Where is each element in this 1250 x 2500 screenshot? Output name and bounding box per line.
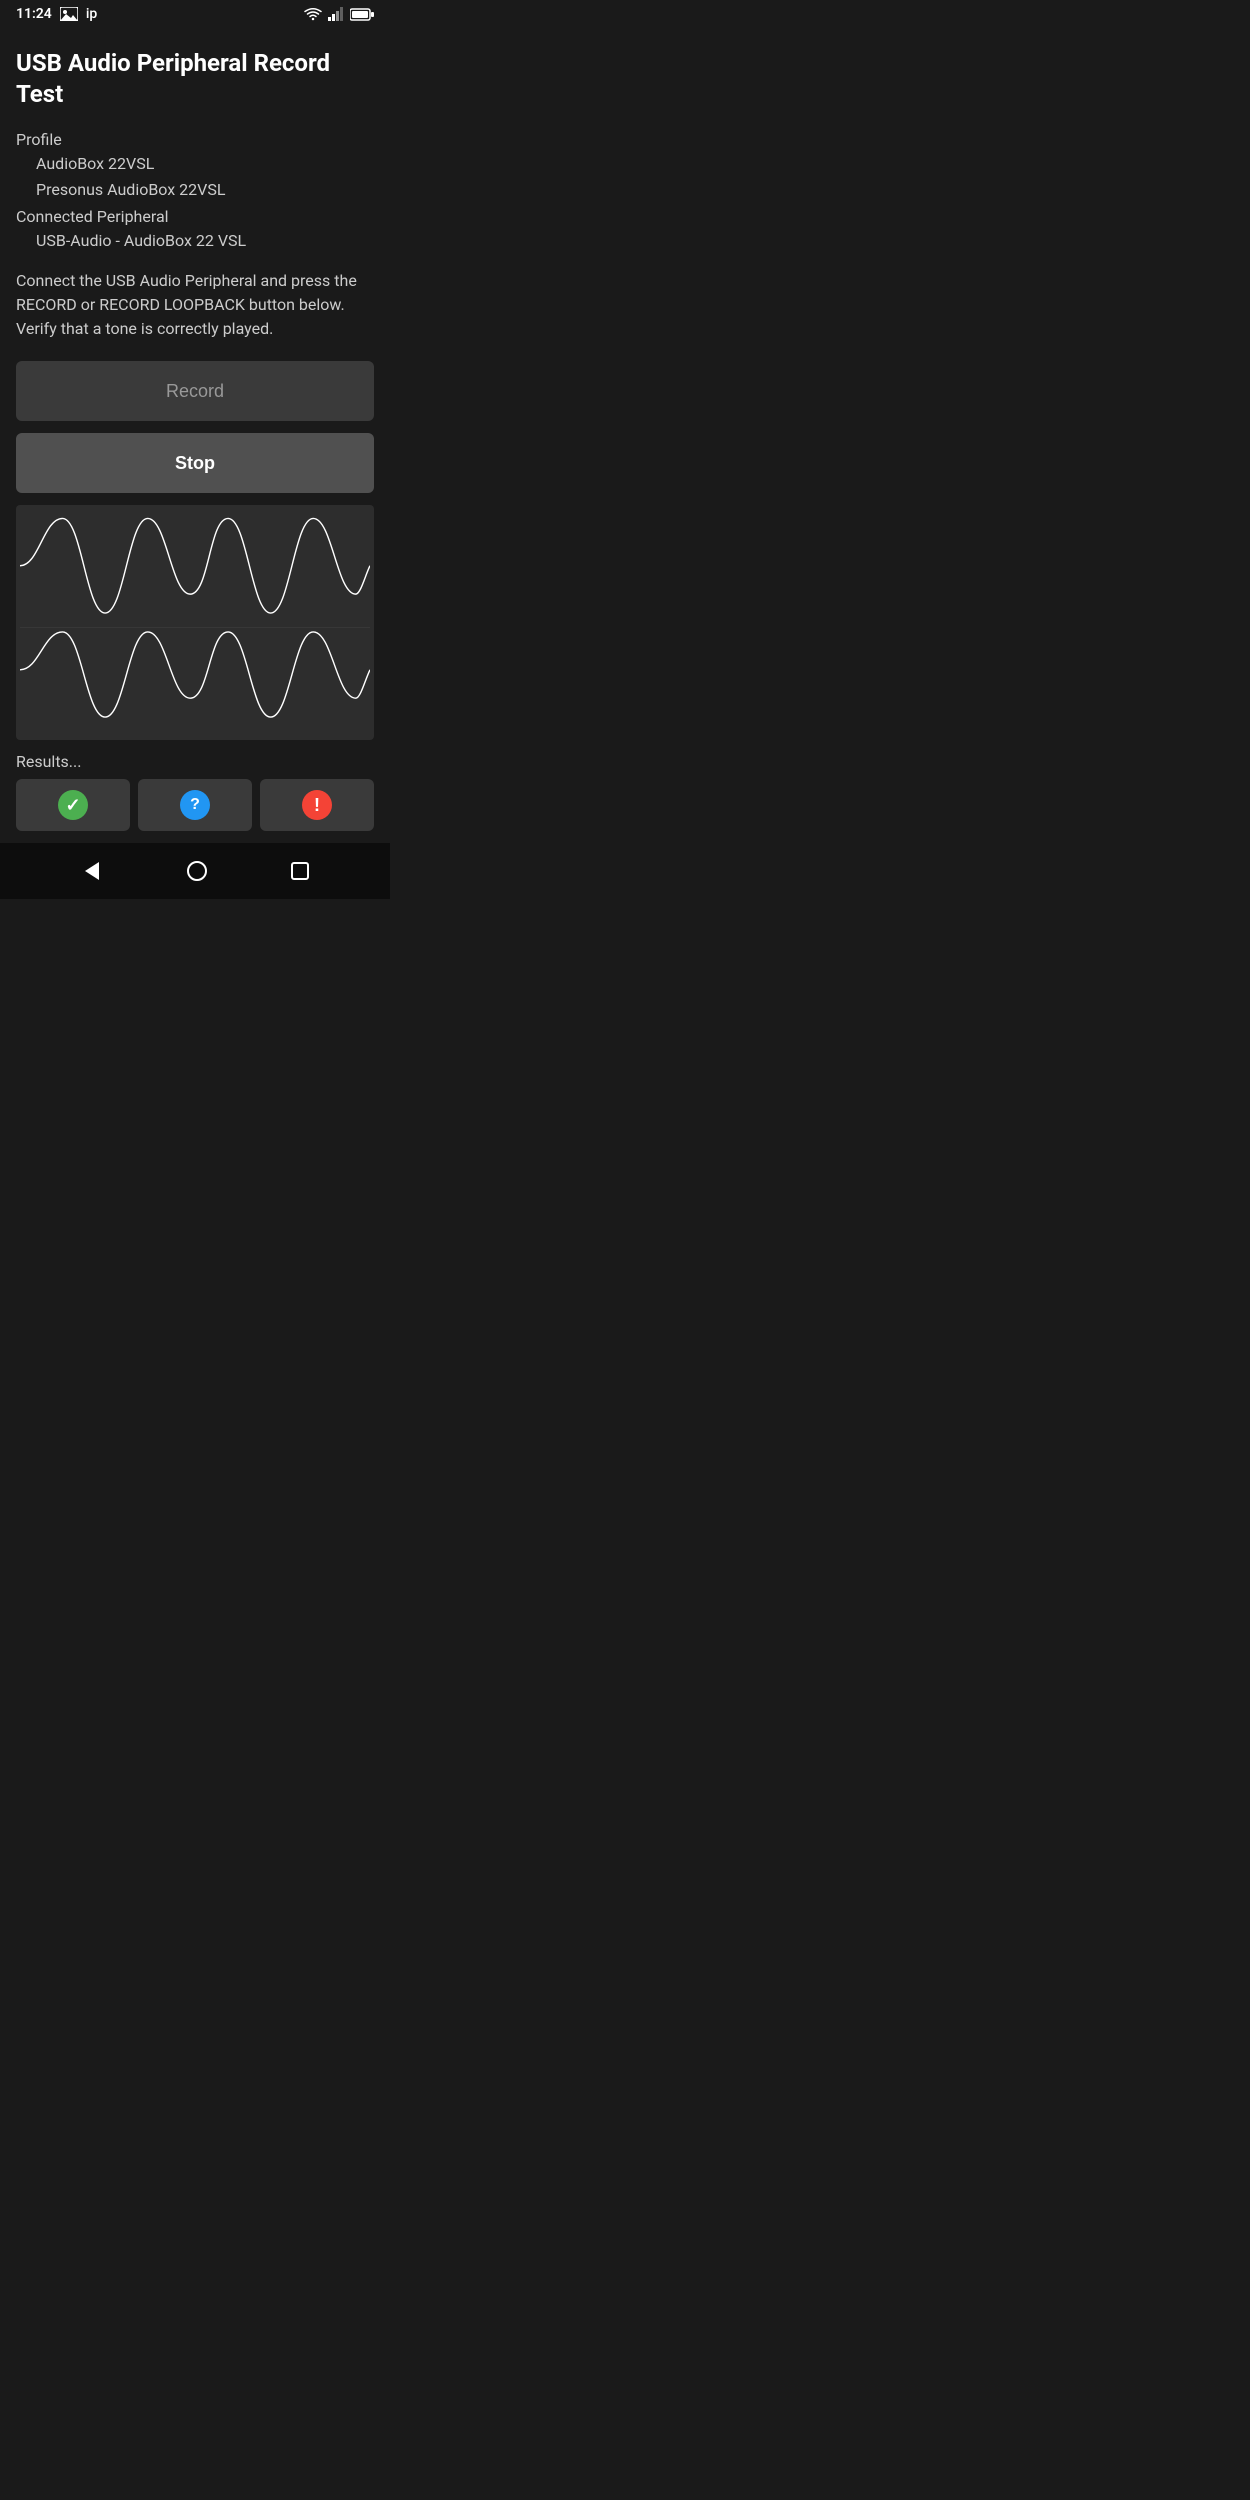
profile-label: Profile bbox=[16, 130, 374, 149]
main-content: USB Audio Peripheral Record Test Profile… bbox=[0, 28, 390, 843]
instruction-text: Connect the USB Audio Peripheral and pre… bbox=[16, 269, 374, 341]
status-time: 11:24 bbox=[16, 6, 52, 22]
profile-section: Profile AudioBox 22VSL Presonus AudioBox… bbox=[16, 130, 374, 253]
connected-label: Connected Peripheral bbox=[16, 207, 374, 226]
results-buttons: ✓ ? ! bbox=[16, 779, 374, 831]
back-button[interactable] bbox=[81, 860, 103, 882]
nav-bar bbox=[0, 843, 390, 899]
record-button[interactable]: Record bbox=[16, 361, 374, 421]
wifi-icon bbox=[304, 7, 322, 21]
status-bar: 11:24 ip bbox=[0, 0, 390, 28]
error-icon: ! bbox=[302, 790, 332, 820]
home-icon bbox=[186, 860, 208, 882]
connected-value: USB-Audio - AudioBox 22 VSL bbox=[16, 228, 374, 254]
back-icon bbox=[81, 860, 103, 882]
profile-name: AudioBox 22VSL bbox=[16, 151, 374, 177]
signal-icon bbox=[328, 7, 344, 21]
recents-icon bbox=[291, 862, 309, 880]
help-icon: ? bbox=[180, 790, 210, 820]
image-icon bbox=[60, 7, 78, 21]
home-button[interactable] bbox=[186, 860, 208, 882]
ip-label: ip bbox=[86, 6, 97, 22]
results-label: Results... bbox=[16, 752, 374, 771]
battery-icon bbox=[350, 8, 374, 21]
result-error-button[interactable]: ! bbox=[260, 779, 374, 831]
result-help-button[interactable]: ? bbox=[138, 779, 252, 831]
status-icons bbox=[304, 7, 374, 21]
result-pass-button[interactable]: ✓ bbox=[16, 779, 130, 831]
waveform-display bbox=[16, 505, 374, 740]
page-title: USB Audio Peripheral Record Test bbox=[16, 48, 374, 110]
stop-button[interactable]: Stop bbox=[16, 433, 374, 493]
recents-button[interactable] bbox=[291, 862, 309, 880]
waveform-svg bbox=[20, 509, 370, 736]
pass-icon: ✓ bbox=[58, 790, 88, 820]
profile-sub: Presonus AudioBox 22VSL bbox=[16, 177, 374, 203]
